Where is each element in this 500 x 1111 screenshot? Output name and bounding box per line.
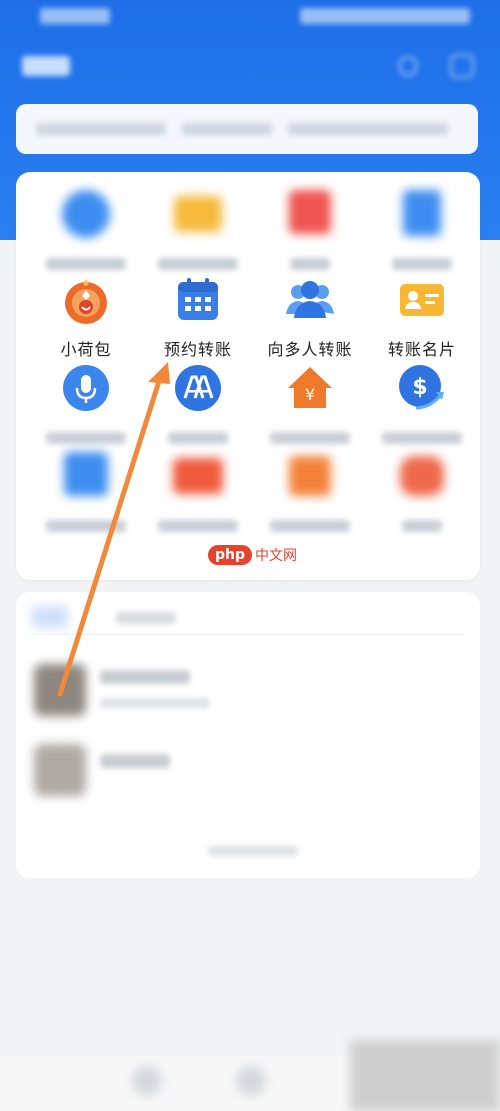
blurred-red-icon xyxy=(286,190,334,238)
grid-item-blurred[interactable] xyxy=(252,452,368,542)
blurred-card-icon xyxy=(173,452,223,500)
grid-item-label: 向多人转账 xyxy=(267,340,353,359)
wallet-icon xyxy=(62,276,110,324)
microphone-icon xyxy=(62,364,110,412)
more-icon[interactable] xyxy=(450,54,474,78)
blurred-document-icon xyxy=(398,190,446,238)
grid-item-blurred[interactable]: $ xyxy=(364,364,480,454)
function-grid-card: 小荷包 预约转账 向多人转账 转账名片 ¥ $ xyxy=(16,172,480,580)
tab-icon[interactable] xyxy=(236,1066,266,1096)
message-icon[interactable] xyxy=(398,56,418,76)
search-placeholder-part xyxy=(182,123,272,135)
house-yuan-icon: ¥ xyxy=(286,364,334,412)
search-input[interactable] xyxy=(16,104,478,154)
grid-item-blurred[interactable] xyxy=(28,190,144,280)
recent-transfer-card xyxy=(16,592,480,878)
dollar-growth-icon: $ xyxy=(398,364,446,412)
watermark-site: 中文网 xyxy=(255,547,298,564)
nav-title xyxy=(22,56,70,76)
blurred-circle-icon xyxy=(62,190,110,238)
text-icon xyxy=(174,364,222,412)
grid-item-blurred[interactable] xyxy=(252,190,368,280)
grid-item-scheduled-transfer[interactable]: 预约转账 xyxy=(140,276,256,366)
grid-item-blurred[interactable] xyxy=(140,452,256,542)
calendar-icon xyxy=(174,276,222,324)
search-placeholder-part xyxy=(36,123,166,135)
divider xyxy=(32,634,464,635)
grid-item-blurred[interactable] xyxy=(364,452,480,542)
avatar xyxy=(34,744,86,796)
grid-item-blurred[interactable] xyxy=(28,452,144,542)
blurred-blue-icon xyxy=(62,452,110,500)
status-left-icons xyxy=(40,8,110,24)
tab-active[interactable] xyxy=(32,606,68,628)
grid-item-blurred[interactable] xyxy=(364,190,480,280)
grid-item-blurred[interactable] xyxy=(140,190,256,280)
svg-text:¥: ¥ xyxy=(305,385,315,404)
view-more-link[interactable] xyxy=(208,846,298,856)
tab-icon[interactable] xyxy=(132,1066,162,1096)
grid-item-blurred[interactable]: ¥ xyxy=(252,364,368,454)
grid-item-blurred[interactable] xyxy=(140,364,256,454)
grid-item-multi-transfer[interactable]: 向多人转账 xyxy=(252,276,368,366)
grid-item-label: 预约转账 xyxy=(163,340,232,359)
site-watermark: php 中文网 xyxy=(208,544,297,568)
status-bar xyxy=(0,0,500,34)
grid-item-blurred[interactable] xyxy=(28,364,144,454)
grid-item-label: 转账名片 xyxy=(387,340,456,359)
tab-inactive[interactable] xyxy=(116,612,176,624)
grid-item-label: 小荷包 xyxy=(60,340,112,359)
avatar xyxy=(34,664,86,716)
grid-item-transfer-card[interactable]: 转账名片 xyxy=(364,276,480,366)
svg-text:$: $ xyxy=(412,375,427,400)
search-placeholder-part xyxy=(288,123,448,135)
status-right-icons xyxy=(300,8,470,24)
group-icon xyxy=(286,276,334,324)
blurred-orange-icon xyxy=(286,452,334,500)
blurred-corner-overlay xyxy=(350,1040,500,1111)
card-icon xyxy=(398,276,446,324)
grid-item-wallet[interactable]: 小荷包 xyxy=(28,276,144,366)
watermark-brand: php xyxy=(208,544,253,565)
blurred-envelope-icon xyxy=(174,190,222,238)
blurred-heart-icon xyxy=(398,452,446,500)
